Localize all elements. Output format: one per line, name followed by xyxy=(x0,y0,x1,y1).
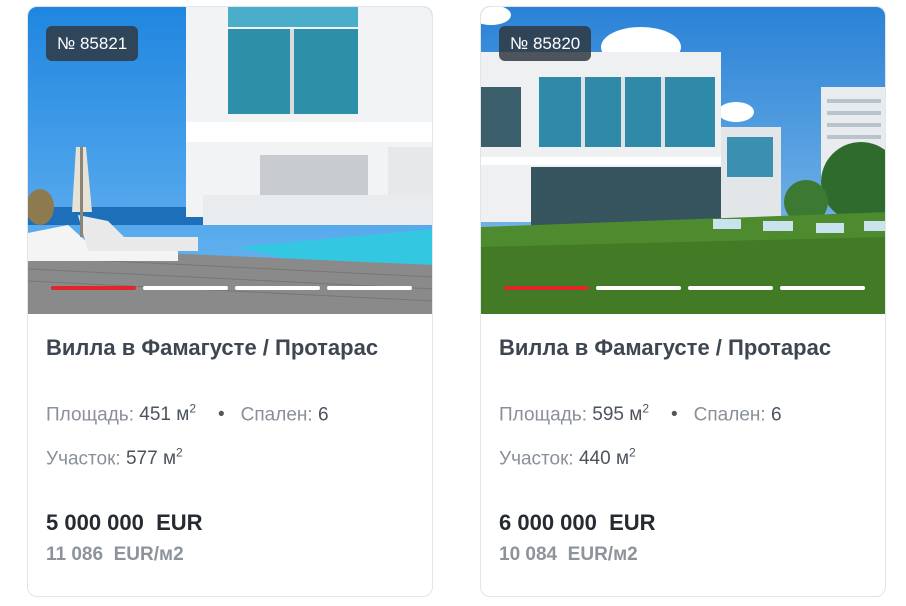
price: 6 000 000 EUR xyxy=(499,510,656,535)
price-per-m2: 11 086 EUR/м2 xyxy=(46,544,184,565)
slide-dot-3[interactable] xyxy=(688,286,773,290)
property-title[interactable]: Вилла в Фамагусте / Протарас xyxy=(46,335,378,361)
listing-number-badge: № 85821 xyxy=(46,26,139,61)
plot-value: 577 м2 xyxy=(125,446,183,470)
plot-row: Участок: 440 м2 xyxy=(499,446,636,470)
bedrooms-value: 6 xyxy=(317,404,329,426)
slide-indicator xyxy=(51,286,413,290)
slide-dot-2[interactable] xyxy=(143,286,228,290)
slide-dot-2[interactable] xyxy=(596,286,681,290)
plot-label: Участок: xyxy=(499,448,574,470)
bedrooms-label: Спален: xyxy=(693,404,766,426)
property-card[interactable]: № 85820 Вилла в Фамагусте / Протарас Пло… xyxy=(480,6,886,597)
area-value: 595 м2 xyxy=(592,402,650,426)
plot-value: 440 м2 xyxy=(578,446,636,470)
price: 5 000 000 EUR xyxy=(46,510,203,535)
property-photo[interactable]: № 85820 xyxy=(481,7,885,314)
bedrooms-label: Спален: xyxy=(240,404,313,426)
area-bedrooms-row: Площадь: 451 м2 • Спален: 6 xyxy=(46,402,329,426)
slide-dot-1[interactable] xyxy=(51,286,136,290)
property-card[interactable]: № 85821 Вилла в Фамагусте / Протарас Пло… xyxy=(27,6,433,597)
slide-indicator xyxy=(504,286,866,290)
area-label: Площадь: xyxy=(499,404,587,426)
slide-dot-4[interactable] xyxy=(327,286,412,290)
bedrooms-value: 6 xyxy=(770,404,782,426)
separator-dot: • xyxy=(218,404,225,426)
separator-dot: • xyxy=(671,404,678,426)
price-per-m2: 10 084 EUR/м2 xyxy=(499,544,638,565)
listing-number-badge: № 85820 xyxy=(499,26,592,61)
area-bedrooms-row: Площадь: 595 м2 • Спален: 6 xyxy=(499,402,782,426)
slide-dot-3[interactable] xyxy=(235,286,320,290)
area-value: 451 м2 xyxy=(139,402,197,426)
area-label: Площадь: xyxy=(46,404,134,426)
property-title[interactable]: Вилла в Фамагусте / Протарас xyxy=(499,335,831,361)
slide-dot-1[interactable] xyxy=(504,286,589,290)
plot-label: Участок: xyxy=(46,448,121,470)
plot-row: Участок: 577 м2 xyxy=(46,446,183,470)
slide-dot-4[interactable] xyxy=(780,286,865,290)
property-photo[interactable]: № 85821 xyxy=(28,7,432,314)
